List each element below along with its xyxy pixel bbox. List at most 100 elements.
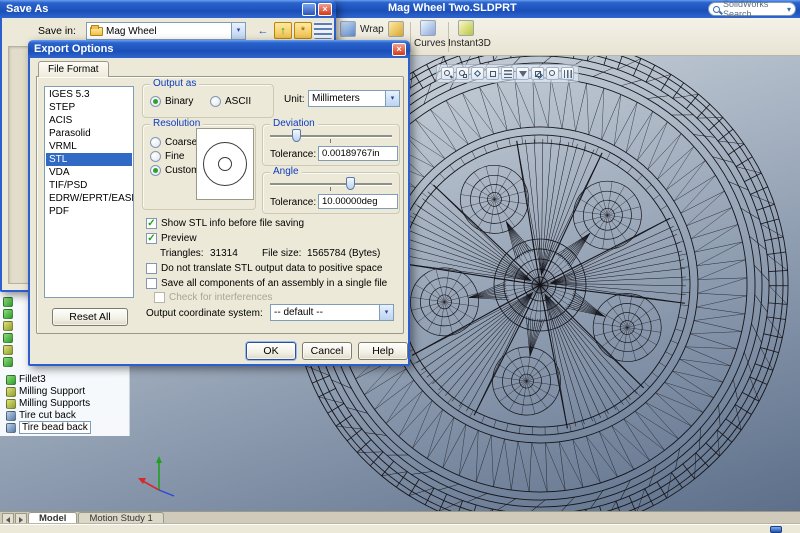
feature-icon <box>3 297 13 307</box>
help-titlebar-button[interactable] <box>302 3 316 16</box>
save-in-combobox[interactable]: Mag Wheel ▾ <box>86 22 246 40</box>
wrap-button[interactable]: Wrap <box>360 24 384 35</box>
standard-views-icon[interactable] <box>501 67 514 80</box>
angle-tolerance-field[interactable]: 10.00000deg <box>318 194 398 209</box>
binary-radio[interactable] <box>150 96 161 107</box>
zoom-fit-icon[interactable] <box>441 67 454 80</box>
new-folder-icon[interactable]: * <box>294 22 312 39</box>
ascii-radio[interactable] <box>210 96 221 107</box>
feature-icon <box>3 345 13 355</box>
tab-scroll-left-icon[interactable] <box>2 513 14 524</box>
instant3d-button[interactable]: Instant3D <box>448 38 491 49</box>
resolution-preview <box>196 128 254 200</box>
coarse-radio-row[interactable]: Coarse <box>150 137 197 148</box>
unit-value: Millimeters <box>309 93 385 104</box>
cancel-button[interactable]: Cancel <box>302 342 352 360</box>
file-size-label: File size: <box>262 248 301 259</box>
format-option[interactable]: STEP <box>46 101 132 114</box>
rotate-view-icon[interactable] <box>471 67 484 80</box>
deviation-slider[interactable] <box>270 128 392 142</box>
tree-item-tire-bead-back[interactable]: Tire bead back <box>6 422 91 433</box>
back-icon[interactable]: ← <box>254 22 272 39</box>
tree-item-fillet3[interactable]: Fillet3 <box>6 374 46 385</box>
help-button[interactable]: Help <box>358 342 408 360</box>
output-as-label: Output as <box>150 78 199 89</box>
chevron-down-icon[interactable]: ▾ <box>231 23 245 39</box>
toolbar-separator <box>410 22 411 52</box>
tree-item-milling-support[interactable]: Milling Support <box>6 386 85 397</box>
show-stl-info-checkbox[interactable]: ✓ <box>146 218 157 229</box>
extra-tool-icon[interactable] <box>388 21 404 37</box>
display-style-icon[interactable] <box>531 67 544 80</box>
tab-model[interactable]: Model <box>28 512 77 524</box>
format-option[interactable]: TIF/PSD <box>46 179 132 192</box>
ok-button[interactable]: OK <box>246 342 296 360</box>
format-option[interactable]: IGES 5.3 <box>46 88 132 101</box>
export-dialog-titlebar: Export Options × <box>28 40 410 58</box>
custom-label: Custom <box>165 165 199 176</box>
format-option[interactable]: PDF <box>46 205 132 218</box>
cut-extrude-icon <box>6 411 16 421</box>
single-file-checkbox[interactable] <box>146 278 157 289</box>
deviation-tolerance-field[interactable]: 0.00189767in <box>318 146 398 161</box>
translate-checkbox[interactable] <box>146 263 157 274</box>
chevron-down-icon[interactable]: ▾ <box>385 91 399 106</box>
preview-checkbox-row[interactable]: ✓ Preview <box>146 233 197 244</box>
feature-tree-item-stub[interactable] <box>3 320 13 331</box>
slider-thumb[interactable] <box>292 129 301 142</box>
tree-item-milling-supports[interactable]: Milling Supports <box>6 398 90 409</box>
angle-slider[interactable] <box>270 176 392 190</box>
tab-motion-study[interactable]: Motion Study 1 <box>78 512 163 524</box>
format-option[interactable]: ACIS <box>46 114 132 127</box>
interferences-checkbox-row: Check for interferences <box>154 292 272 303</box>
reset-all-button[interactable]: Reset All <box>52 308 128 326</box>
format-option[interactable]: Parasolid <box>46 127 132 140</box>
close-icon[interactable]: × <box>318 3 332 16</box>
show-stl-info-checkbox-row[interactable]: ✓ Show STL info before file saving <box>146 218 304 229</box>
instant3d-icon[interactable] <box>458 20 474 36</box>
zoom-area-icon[interactable] <box>456 67 469 80</box>
fine-radio-row[interactable]: Fine <box>150 151 184 162</box>
format-option[interactable]: VDA <box>46 166 132 179</box>
appearance-icon[interactable] <box>561 67 574 80</box>
format-option[interactable]: VRML <box>46 140 132 153</box>
translate-checkbox-row[interactable]: Do not translate STL output data to posi… <box>146 263 382 274</box>
custom-radio-row[interactable]: Custom <box>150 165 199 176</box>
format-option-selected[interactable]: STL <box>46 153 132 166</box>
close-icon[interactable]: × <box>392 43 406 56</box>
up-folder-icon[interactable]: ↑ <box>274 22 292 39</box>
format-option[interactable]: EDRW/EPRT/EASM <box>46 192 132 205</box>
tree-item-tire-cut-back[interactable]: Tire cut back <box>6 410 76 421</box>
coarse-radio[interactable] <box>150 137 161 148</box>
chevron-down-icon[interactable]: ▾ <box>787 5 791 14</box>
feature-tree-item-stub[interactable] <box>3 344 13 355</box>
chevron-down-icon[interactable]: ▾ <box>379 305 393 320</box>
coord-system-value: -- default -- <box>271 307 379 318</box>
slider-thumb[interactable] <box>346 177 355 190</box>
search-icon <box>713 6 720 13</box>
curves-icon[interactable] <box>420 20 436 36</box>
curves-button[interactable]: Curves <box>414 38 446 49</box>
view-menu-icon[interactable] <box>314 22 332 39</box>
pan-icon[interactable] <box>486 67 499 80</box>
ascii-radio-row[interactable]: ASCII <box>210 96 251 107</box>
coord-system-combobox[interactable]: -- default -- ▾ <box>270 304 394 321</box>
preview-checkbox[interactable]: ✓ <box>146 233 157 244</box>
feature-tree-item-stub[interactable] <box>3 296 13 307</box>
view-orientation-icon[interactable] <box>516 67 529 80</box>
wrap-icon[interactable] <box>340 21 356 37</box>
solidworks-search[interactable]: SolidWorks Search ▾ <box>708 2 796 16</box>
feature-tree-item-stub[interactable] <box>3 308 13 319</box>
status-indicator-icon[interactable] <box>770 526 782 533</box>
binary-radio-row[interactable]: Binary <box>150 96 193 107</box>
custom-radio[interactable] <box>150 165 161 176</box>
tab-file-format[interactable]: File Format <box>38 61 109 77</box>
unit-combobox[interactable]: Millimeters ▾ <box>308 90 400 107</box>
hide-show-icon[interactable] <box>546 67 559 80</box>
feature-tree-item-stub[interactable] <box>3 332 13 343</box>
fillet-icon <box>6 375 16 385</box>
fine-radio[interactable] <box>150 151 161 162</box>
feature-tree-item-stub[interactable] <box>3 356 13 367</box>
single-file-checkbox-row[interactable]: Save all components of an assembly in a … <box>146 278 387 289</box>
tab-scroll-right-icon[interactable] <box>15 513 27 524</box>
